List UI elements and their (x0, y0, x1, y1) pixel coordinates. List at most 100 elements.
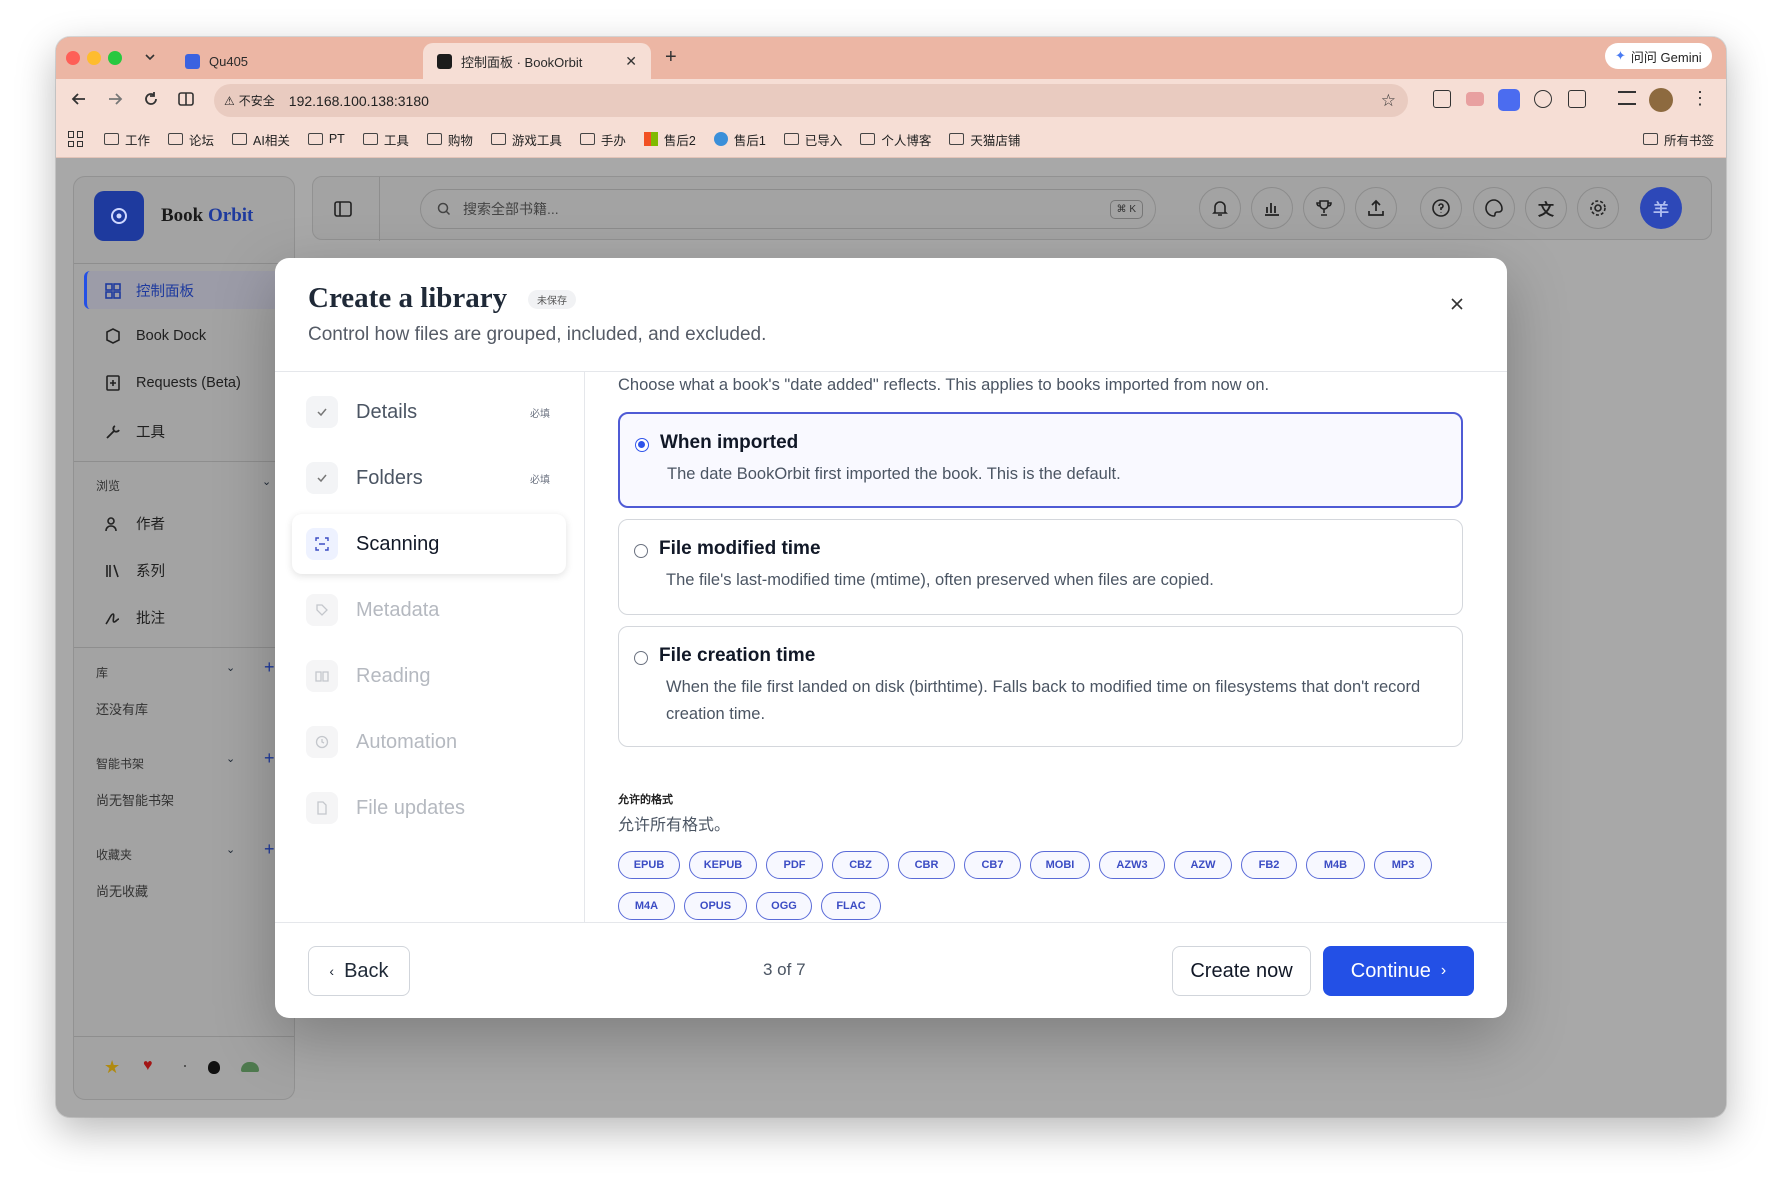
stats-button[interactable] (1251, 187, 1293, 229)
format-chip[interactable]: CB7 (964, 851, 1021, 879)
option-when-imported[interactable]: When imported The date BookOrbit first i… (618, 412, 1463, 508)
bookmark-item[interactable]: 论坛 (168, 130, 214, 149)
bookmark-item[interactable]: PT (307, 132, 345, 146)
format-chip[interactable]: AZW (1174, 851, 1232, 879)
section-libraries[interactable]: 库 (96, 664, 108, 681)
bookmark-item[interactable]: 购物 (426, 130, 473, 149)
extension-icon[interactable] (1466, 92, 1484, 106)
minimize-window-button[interactable] (87, 51, 101, 65)
format-chip[interactable]: AZW3 (1099, 851, 1165, 879)
format-chip[interactable]: OPUS (684, 892, 747, 920)
extension-icon[interactable] (1498, 89, 1520, 111)
bookmark-item[interactable]: 手办 (579, 130, 626, 149)
radio-button[interactable] (634, 651, 648, 665)
step-scanning[interactable]: Scanning (292, 514, 566, 574)
language-button[interactable]: 文 (1525, 187, 1567, 229)
gemini-button[interactable]: ✦ 问问 Gemini (1605, 43, 1712, 69)
format-chip[interactable]: MP3 (1374, 851, 1432, 879)
section-browse[interactable]: 浏览 (96, 477, 120, 494)
step-folders[interactable]: Folders 必填 (292, 448, 566, 508)
star-icon[interactable]: ★ (104, 1057, 120, 1078)
bookmark-item[interactable]: 工具 (362, 130, 409, 149)
nav-item-series[interactable]: 系列 (104, 560, 165, 581)
maximize-window-button[interactable] (108, 51, 122, 65)
theme-button[interactable] (1473, 187, 1515, 229)
format-chip[interactable]: OGG (756, 892, 812, 920)
format-chip[interactable]: FB2 (1241, 851, 1297, 879)
format-chip[interactable]: MOBI (1030, 851, 1090, 879)
upload-button[interactable] (1355, 187, 1397, 229)
back-button[interactable]: ‹ Back (308, 946, 410, 996)
close-tab-icon[interactable]: ✕ (625, 53, 637, 70)
apple-icon[interactable] (208, 1061, 220, 1074)
forward-nav-icon[interactable] (106, 90, 124, 108)
split-view-icon[interactable] (177, 90, 195, 108)
format-chip[interactable]: CBZ (832, 851, 889, 879)
search-box[interactable]: 搜索全部书籍... ⌘ K (420, 189, 1156, 229)
chevron-down-icon[interactable]: ⌄ (226, 752, 235, 765)
help-button[interactable] (1420, 187, 1462, 229)
nav-item-book-dock[interactable]: Book Dock (104, 327, 206, 345)
address-bar[interactable]: ⚠ 不安全 192.168.100.138:3180 ☆ (214, 84, 1408, 117)
apps-grid-icon[interactable] (68, 131, 84, 147)
settings-button[interactable] (1577, 187, 1619, 229)
heart-icon[interactable]: ♥ (143, 1057, 153, 1075)
bookmark-item[interactable]: 工作 (104, 130, 150, 149)
chevron-down-icon[interactable]: ⌄ (226, 661, 235, 674)
security-label[interactable]: 不安全 (239, 92, 275, 109)
section-favorites[interactable]: 收藏夹 (96, 846, 132, 863)
reload-icon[interactable] (142, 90, 160, 108)
create-now-button[interactable]: Create now (1172, 946, 1311, 996)
bookmark-item[interactable]: 售后1 (713, 130, 766, 149)
new-tab-icon[interactable]: + (665, 46, 677, 69)
step-details[interactable]: Details 必填 (292, 382, 566, 442)
option-file-modified-time[interactable]: File modified time The file's last-modif… (618, 519, 1463, 615)
all-bookmarks[interactable]: 所有书签 (1642, 130, 1714, 149)
section-smart-shelves[interactable]: 智能书架 (96, 755, 144, 772)
format-chip[interactable]: KEPUB (689, 851, 757, 879)
nav-item-dashboard[interactable]: 控制面板 (104, 280, 194, 301)
puzzle-icon[interactable] (1568, 90, 1586, 108)
add-library-icon[interactable]: + (264, 657, 275, 678)
step-reading[interactable]: Reading (292, 646, 566, 706)
format-chip[interactable]: PDF (766, 851, 823, 879)
back-nav-icon[interactable] (70, 90, 88, 108)
nav-item-annotations[interactable]: 批注 (104, 607, 165, 628)
chevron-down-icon[interactable]: ⌄ (226, 843, 235, 856)
reading-list-icon[interactable] (1618, 91, 1636, 105)
close-window-button[interactable] (66, 51, 80, 65)
add-favorite-icon[interactable]: + (264, 839, 275, 860)
user-avatar[interactable]: 羊 (1640, 187, 1682, 229)
menu-icon[interactable]: ⋮ (1691, 88, 1709, 108)
close-dialog-button[interactable] (1443, 290, 1471, 318)
option-file-creation-time[interactable]: File creation time When the file first l… (618, 626, 1463, 747)
bookmark-item[interactable]: 售后2 (643, 130, 696, 149)
achievements-button[interactable] (1303, 187, 1345, 229)
format-chip[interactable]: M4A (618, 892, 675, 920)
radio-button[interactable] (635, 438, 649, 452)
nav-item-tools[interactable]: 工具 (104, 421, 165, 442)
bookmark-item[interactable]: 游戏工具 (490, 130, 562, 149)
bookmark-item[interactable]: 天猫店铺 (949, 130, 1020, 149)
step-automation[interactable]: Automation (292, 712, 566, 772)
step-metadata[interactable]: Metadata (292, 580, 566, 640)
tab-bookorbit[interactable]: 控制面板 · BookOrbit ✕ (423, 43, 651, 79)
url-text[interactable]: 192.168.100.138:3180 (289, 93, 429, 109)
format-chip[interactable]: CBR (898, 851, 955, 879)
tab-search-icon[interactable] (143, 50, 157, 64)
bookmark-item[interactable]: AI相关 (232, 130, 290, 149)
extension-icon[interactable] (1433, 90, 1451, 108)
format-chip[interactable]: FLAC (821, 892, 881, 920)
format-chip[interactable]: M4B (1306, 851, 1365, 879)
format-chip[interactable]: EPUB (618, 851, 680, 879)
notifications-button[interactable] (1199, 187, 1241, 229)
bookmark-item[interactable]: 个人博客 (860, 130, 931, 149)
profile-avatar[interactable] (1649, 88, 1673, 112)
continue-button[interactable]: Continue › (1323, 946, 1474, 996)
nav-item-requests[interactable]: Requests (Beta) (104, 374, 241, 392)
extension-icon[interactable] (1534, 90, 1552, 108)
bookmark-item[interactable]: 已导入 (783, 130, 842, 149)
add-smart-shelf-icon[interactable]: + (264, 748, 275, 769)
chevron-down-icon[interactable]: ⌄ (262, 475, 271, 488)
radio-button[interactable] (634, 544, 648, 558)
